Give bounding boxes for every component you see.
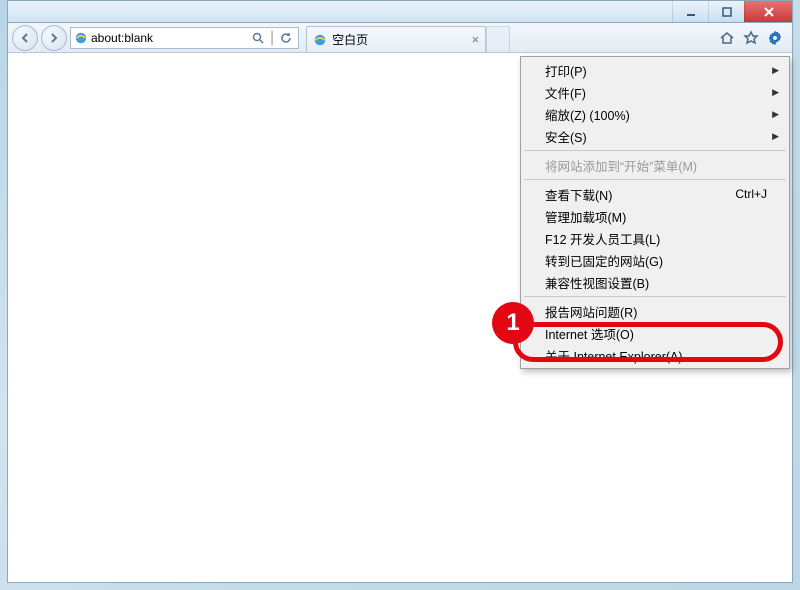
menu-report-problem[interactable]: 报告网站问题(R) [523, 300, 787, 322]
refresh-icon[interactable] [277, 29, 295, 47]
menu-separator [524, 150, 786, 151]
browser-window: | 空白页 × [7, 22, 793, 583]
tab-close-icon[interactable]: × [472, 32, 480, 47]
close-button[interactable] [744, 1, 792, 22]
menu-manage-addons[interactable]: 管理加载项(M) [523, 205, 787, 227]
gear-icon[interactable] [766, 29, 784, 47]
menu-separator [524, 296, 786, 297]
submenu-arrow-icon: ▶ [772, 87, 779, 98]
favorites-icon[interactable] [742, 29, 760, 47]
toolbar-right-icons [718, 29, 788, 47]
tab-title: 空白页 [332, 31, 368, 48]
minimize-button[interactable] [672, 1, 708, 22]
menu-safety[interactable]: 安全(S)▶ [523, 125, 787, 147]
submenu-arrow-icon: ▶ [772, 131, 779, 142]
page-content: 打印(P)▶ 文件(F)▶ 缩放(Z) (100%)▶ 安全(S)▶ 将网站添加… [8, 53, 792, 582]
maximize-button[interactable] [708, 1, 744, 22]
window-titlebar [7, 0, 793, 22]
tools-menu: 打印(P)▶ 文件(F)▶ 缩放(Z) (100%)▶ 安全(S)▶ 将网站添加… [520, 56, 790, 369]
menu-print[interactable]: 打印(P)▶ [523, 59, 787, 81]
menu-shortcut: Ctrl+J [735, 187, 767, 201]
tab-strip: 空白页 × [306, 23, 715, 52]
tab-active[interactable]: 空白页 × [306, 26, 486, 52]
home-icon[interactable] [718, 29, 736, 47]
menu-f12-devtools[interactable]: F12 开发人员工具(L) [523, 227, 787, 249]
address-bar[interactable]: | [70, 27, 299, 49]
menu-view-downloads[interactable]: 查看下载(N) Ctrl+J [523, 183, 787, 205]
submenu-arrow-icon: ▶ [772, 65, 779, 76]
back-button[interactable] [12, 25, 38, 51]
submenu-arrow-icon: ▶ [772, 109, 779, 120]
menu-about-ie[interactable]: 关于 Internet Explorer(A) [523, 344, 787, 366]
search-icon[interactable] [249, 29, 267, 47]
address-input[interactable] [91, 31, 246, 45]
menu-zoom[interactable]: 缩放(Z) (100%)▶ [523, 103, 787, 125]
menu-internet-options[interactable]: Internet 选项(O) [523, 322, 787, 344]
browser-toolbar: | 空白页 × [8, 23, 792, 53]
menu-compat-view[interactable]: 兼容性视图设置(B) [523, 271, 787, 293]
menu-add-to-start: 将网站添加到“开始”菜单(M) [523, 154, 787, 176]
menu-file[interactable]: 文件(F)▶ [523, 81, 787, 103]
ie-logo-icon [74, 31, 88, 45]
new-tab-button[interactable] [486, 26, 510, 52]
ie-logo-icon [313, 33, 327, 47]
menu-pinned-sites[interactable]: 转到已固定的网站(G) [523, 249, 787, 271]
forward-button[interactable] [41, 25, 67, 51]
menu-separator [524, 179, 786, 180]
